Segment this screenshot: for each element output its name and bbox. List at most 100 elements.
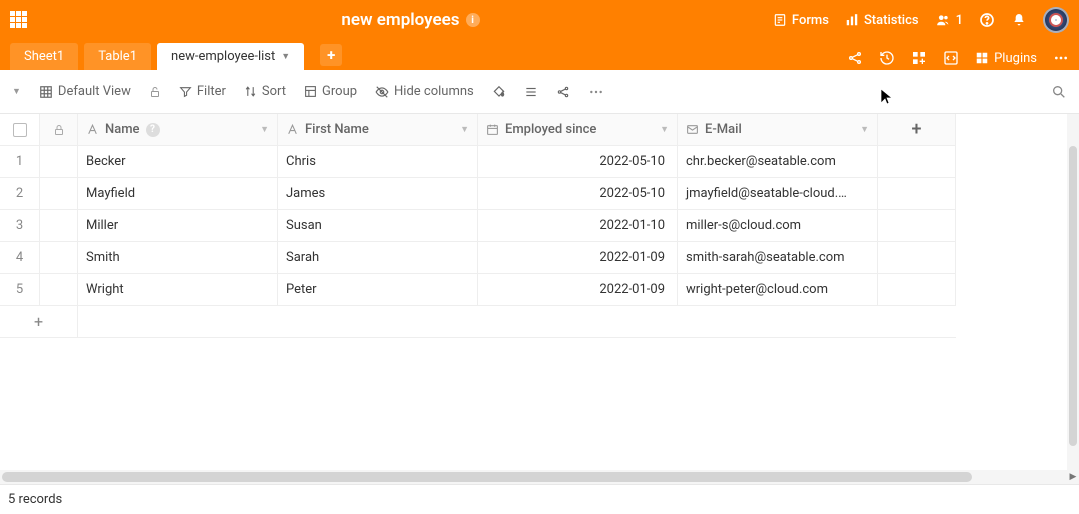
hide-columns-button[interactable]: Hide columns <box>375 84 474 99</box>
text-type-icon <box>86 123 99 136</box>
row-number[interactable]: 1 <box>0 146 40 178</box>
add-table-button[interactable]: + <box>320 44 342 66</box>
row-lock-cell[interactable] <box>40 146 78 178</box>
add-row-rest <box>78 306 956 338</box>
row-height-button[interactable] <box>524 85 538 99</box>
cell-email[interactable]: smith-sarah@seatable.com <box>678 242 878 274</box>
cell-name[interactable]: Mayfield <box>78 178 278 210</box>
sort-button[interactable]: Sort <box>244 84 286 99</box>
toolbar-more-button[interactable] <box>588 84 604 100</box>
row-lock-cell[interactable] <box>40 210 78 242</box>
cell-firstname[interactable]: James <box>278 178 478 210</box>
share-icon <box>847 50 863 66</box>
row-number[interactable]: 2 <box>0 178 40 210</box>
notifications-button[interactable] <box>1011 12 1027 28</box>
cell-employed[interactable]: 2022-05-10 <box>478 146 678 178</box>
lock-open-icon <box>149 86 161 98</box>
column-menu-caret[interactable]: ▼ <box>860 124 869 135</box>
user-avatar[interactable] <box>1043 7 1069 33</box>
view-label: Default View <box>58 84 131 99</box>
cell-empty <box>878 146 956 178</box>
tab-table1[interactable]: Table1 <box>84 43 151 70</box>
scrollbar-thumb[interactable] <box>2 472 972 482</box>
column-label: E-Mail <box>705 122 742 137</box>
column-menu-caret[interactable]: ▼ <box>660 124 669 135</box>
group-label: Group <box>322 84 357 99</box>
cell-name[interactable]: Becker <box>78 146 278 178</box>
add-column-button[interactable]: + <box>878 114 956 146</box>
help-icon[interactable]: ? <box>146 123 160 137</box>
base-title-wrap: new employees i <box>48 10 773 30</box>
row-lock-cell[interactable] <box>40 242 78 274</box>
apps-menu-icon[interactable] <box>10 11 28 29</box>
share-button[interactable] <box>847 50 863 66</box>
column-menu-caret[interactable]: ▼ <box>460 124 469 135</box>
column-menu-caret[interactable]: ▼ <box>260 124 269 135</box>
tab-caret-icon[interactable]: ▼ <box>281 51 290 62</box>
cell-firstname[interactable]: Sarah <box>278 242 478 274</box>
date-type-icon <box>486 123 499 136</box>
lock-column-header[interactable] <box>40 114 78 146</box>
scroll-right-arrow[interactable]: ▶ <box>1067 470 1079 484</box>
more-menu-button[interactable] <box>1053 50 1069 66</box>
help-button[interactable] <box>979 12 995 28</box>
tab-sheet1[interactable]: Sheet1 <box>10 43 78 70</box>
view-switcher-caret[interactable]: ▼ <box>12 86 21 97</box>
cell-name[interactable]: Wright <box>78 274 278 306</box>
column-header-firstname[interactable]: First Name ▼ <box>278 114 478 146</box>
dots-icon <box>1053 50 1069 66</box>
view-selector[interactable]: Default View <box>39 84 131 99</box>
plugins-icon <box>975 51 989 65</box>
row-lock-cell[interactable] <box>40 274 78 306</box>
info-icon[interactable]: i <box>466 13 480 27</box>
cell-name[interactable]: Smith <box>78 242 278 274</box>
automation-button[interactable] <box>911 50 927 66</box>
cell-empty <box>878 274 956 306</box>
api-button[interactable] <box>943 50 959 66</box>
select-all-cell[interactable] <box>0 114 40 146</box>
share-view-button[interactable] <box>556 85 570 99</box>
grid-icon <box>39 85 53 99</box>
row-lock-cell[interactable] <box>40 178 78 210</box>
sort-icon <box>244 85 257 98</box>
cell-firstname[interactable]: Peter <box>278 274 478 306</box>
base-title[interactable]: new employees <box>341 10 459 30</box>
row-number[interactable]: 3 <box>0 210 40 242</box>
cell-empty <box>878 242 956 274</box>
statistics-link[interactable]: Statistics <box>845 13 919 28</box>
group-button[interactable]: Group <box>304 84 357 99</box>
cell-employed[interactable]: 2022-01-10 <box>478 210 678 242</box>
filter-button[interactable]: Filter <box>179 84 226 99</box>
column-header-email[interactable]: E-Mail ▼ <box>678 114 878 146</box>
view-lock-button[interactable] <box>149 86 161 98</box>
add-row-button[interactable]: + <box>0 306 78 338</box>
vertical-scrollbar[interactable] <box>1067 114 1079 470</box>
search-button[interactable] <box>1051 84 1067 100</box>
cell-employed[interactable]: 2022-05-10 <box>478 178 678 210</box>
cell-firstname[interactable]: Chris <box>278 146 478 178</box>
cell-name[interactable]: Miller <box>78 210 278 242</box>
row-number[interactable]: 4 <box>0 242 40 274</box>
plugins-button[interactable]: Plugins <box>975 51 1037 66</box>
forms-link[interactable]: Forms <box>773 13 829 28</box>
grid-plus-icon <box>911 50 927 66</box>
color-button[interactable] <box>492 85 506 99</box>
cell-employed[interactable]: 2022-01-09 <box>478 274 678 306</box>
cell-email[interactable]: chr.becker@seatable.com <box>678 146 878 178</box>
horizontal-scrollbar[interactable]: ▶ <box>0 470 1067 484</box>
cell-employed[interactable]: 2022-01-09 <box>478 242 678 274</box>
email-type-icon <box>686 123 699 136</box>
cell-email[interactable]: miller-s@cloud.com <box>678 210 878 242</box>
collaborators-button[interactable]: 1 <box>935 13 963 28</box>
checkbox-icon[interactable] <box>13 123 27 137</box>
column-header-name[interactable]: Name ? ▼ <box>78 114 278 146</box>
cell-email[interactable]: jmayfield@seatable-cloud.… <box>678 178 878 210</box>
history-button[interactable] <box>879 50 895 66</box>
column-header-employed[interactable]: Employed since ▼ <box>478 114 678 146</box>
scrollbar-thumb[interactable] <box>1069 146 1077 446</box>
cell-firstname[interactable]: Susan <box>278 210 478 242</box>
row-number[interactable]: 5 <box>0 274 40 306</box>
tab-new-employee-list[interactable]: new-employee-list ▼ <box>157 43 304 70</box>
cell-email[interactable]: wright-peter@cloud.com <box>678 274 878 306</box>
group-icon <box>304 85 317 98</box>
